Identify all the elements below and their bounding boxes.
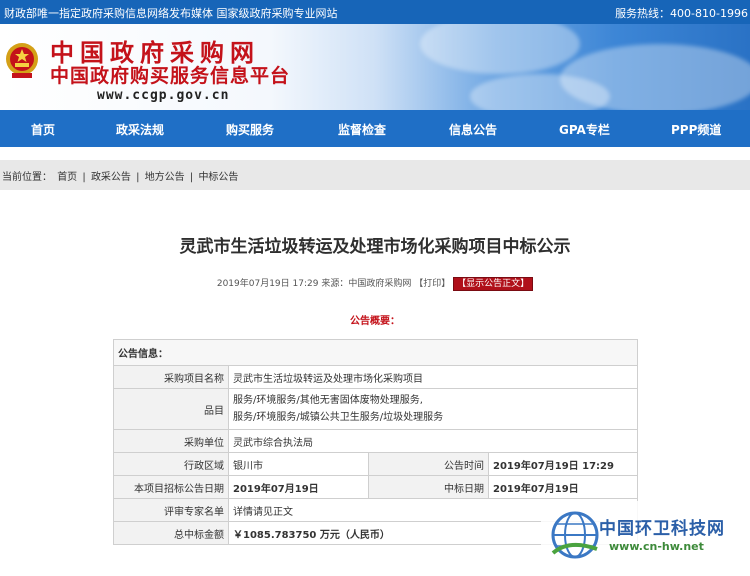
nav-supervision[interactable]: 监督检查 <box>338 121 386 138</box>
project-name-value: 灵武市生活垃圾转运及处理市场化采购项目 <box>228 365 638 389</box>
top-strip: 财政部唯一指定政府采购信息网络发布媒体 国家级政府采购专业网站 服务热线：400… <box>0 0 750 24</box>
source-label: 来源： <box>321 279 349 289</box>
publish-datetime: 2019年07月19日 17:29 <box>216 279 319 289</box>
site-title: 中国政府采购网 <box>50 38 260 67</box>
award-date-label: 中标日期 <box>368 475 489 499</box>
watermark: 中国环卫科技网 www.cn-hw.net <box>541 501 750 576</box>
nav-purchase-services[interactable]: 购买服务 <box>226 121 274 138</box>
region-label: 行政区域 <box>113 452 229 476</box>
breadcrumb-prefix: 当前位置： <box>2 172 52 183</box>
award-date-value: 2019年07月19日 <box>488 475 638 499</box>
region-value: 银川市 <box>228 452 369 476</box>
amount-label: 总中标金额 <box>113 521 229 545</box>
national-emblem-icon <box>6 43 38 78</box>
announce-time-label: 公告时间 <box>368 452 489 476</box>
nav-gpa[interactable]: GPA专栏 <box>559 121 610 138</box>
expert-label: 评审专家名单 <box>113 498 229 522</box>
breadcrumb-separator: | <box>189 172 194 183</box>
nav-home[interactable]: 首页 <box>31 121 55 138</box>
article-meta: 2019年07月19日 17:29 来源：中国政府采购网 【打印】 【显示公告正… <box>0 276 750 291</box>
purchaser-value: 灵武市综合执法局 <box>228 429 638 453</box>
breadcrumb: 当前位置： 首页 | 政采公告 | 地方公告 | 中标公告 <box>0 160 750 190</box>
announce-time-value: 2019年07月19日 17:29 <box>488 452 638 476</box>
purchaser-label: 采购单位 <box>113 429 229 453</box>
top-tagline: 财政部唯一指定政府采购信息网络发布媒体 国家级政府采购专业网站 <box>4 7 338 20</box>
source-name: 中国政府采购网 <box>348 279 412 289</box>
tender-date-label: 本项目招标公告日期 <box>113 475 229 499</box>
breadcrumb-item-home[interactable]: 首页 <box>57 172 77 183</box>
category-label: 品目 <box>113 388 229 430</box>
tender-date-value: 2019年07月19日 <box>228 475 369 499</box>
site-banner: 中国政府采购网 中国政府购买服务信息平台 www.ccgp.gov.cn <box>0 24 750 110</box>
table-row: 本项目招标公告日期 2019年07月19日 中标日期 2019年07月19日 <box>113 475 638 499</box>
print-button[interactable]: 【打印】 <box>414 279 450 289</box>
nav-announcements[interactable]: 信息公告 <box>449 121 497 138</box>
table-row: 采购项目名称 灵武市生活垃圾转运及处理市场化采购项目 <box>113 365 638 389</box>
breadcrumb-separator: | <box>136 172 140 183</box>
main-nav: 首页 政采法规 购买服务 监督检查 信息公告 GPA专栏 PPP频道 <box>0 110 750 147</box>
service-hotline: 服务热线：400-810-1996 <box>615 7 748 20</box>
breadcrumb-separator: | <box>82 172 86 183</box>
project-name-label: 采购项目名称 <box>113 365 229 389</box>
nav-regulations[interactable]: 政采法规 <box>116 121 164 138</box>
nav-ppp[interactable]: PPP频道 <box>671 121 721 138</box>
site-subtitle: 中国政府购买服务信息平台 <box>50 65 291 87</box>
globe-logo-icon <box>551 511 599 559</box>
category-line: 服务/环境服务/城镇公共卫生服务/垃圾处理服务 <box>233 412 444 423</box>
category-line: 服务/环境服务/其他无害固体废物处理服务, <box>233 395 423 406</box>
show-body-button[interactable]: 【显示公告正文】 <box>453 277 534 291</box>
summary-heading: 公告概要： <box>350 316 400 327</box>
table-row: 公告信息： <box>113 339 638 366</box>
breadcrumb-item-notices[interactable]: 政采公告 <box>91 172 131 183</box>
category-value: 服务/环境服务/其他无害固体废物处理服务, 服务/环境服务/城镇公共卫生服务/垃… <box>228 388 638 430</box>
table-row: 行政区域 银川市 公告时间 2019年07月19日 17:29 <box>113 452 638 476</box>
watermark-name: 中国环卫科技网 <box>599 519 725 539</box>
banner-cloud <box>420 24 580 74</box>
table-row: 品目 服务/环境服务/其他无害固体废物处理服务, 服务/环境服务/城镇公共卫生服… <box>113 388 638 430</box>
table-row: 采购单位 灵武市综合执法局 <box>113 429 638 453</box>
breadcrumb-item-local[interactable]: 地方公告 <box>145 172 185 183</box>
watermark-url: www.cn-hw.net <box>609 540 704 553</box>
breadcrumb-item-award[interactable]: 中标公告 <box>198 172 238 183</box>
table-header: 公告信息： <box>113 339 638 366</box>
article-title: 灵武市生活垃圾转运及处理市场化采购项目中标公示 <box>179 237 571 257</box>
site-url[interactable]: www.ccgp.gov.cn <box>97 88 229 103</box>
